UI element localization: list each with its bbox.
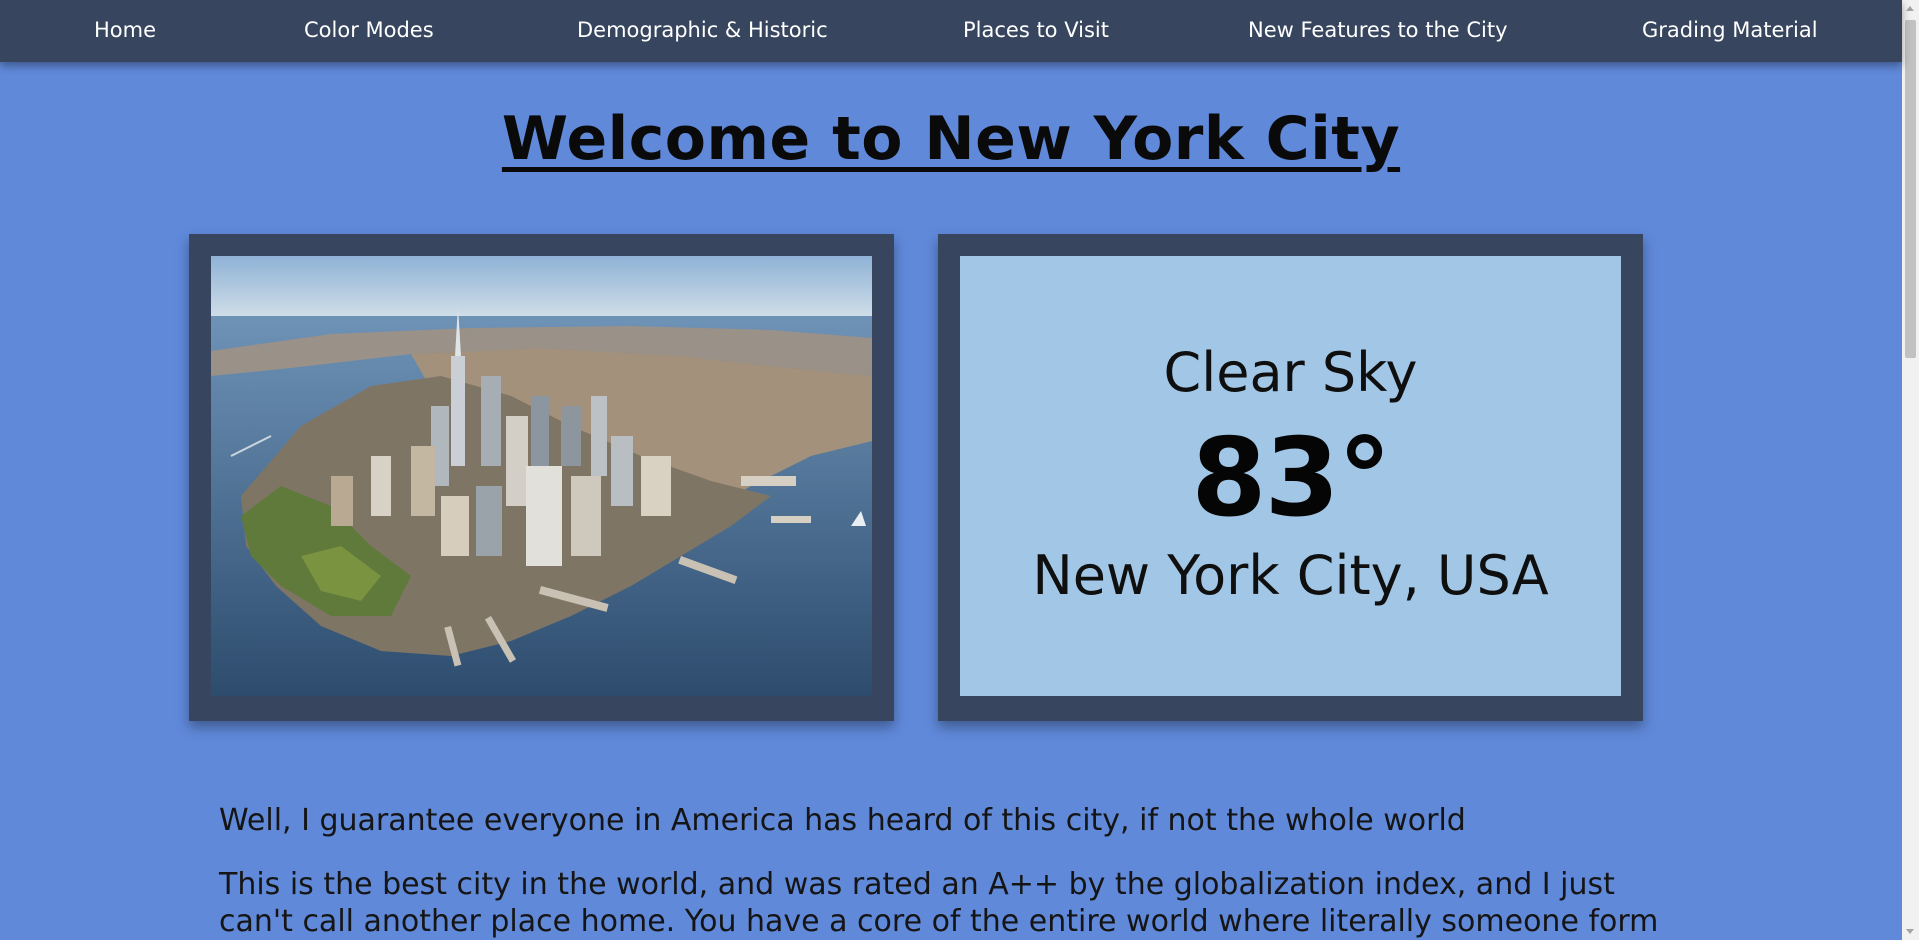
weather-condition: Clear Sky — [1163, 341, 1418, 404]
weather-card: Clear Sky 83° New York City, USA — [938, 234, 1643, 721]
weather-temperature: 83° — [1191, 416, 1391, 541]
page-title: Welcome to New York City — [501, 104, 1401, 174]
nav-color-modes-link[interactable]: Color Modes — [304, 18, 434, 42]
nav-grading-material-link[interactable]: Grading Material — [1642, 18, 1818, 42]
nav-places-to-visit-link[interactable]: Places to Visit — [963, 18, 1109, 42]
weather-panel: Clear Sky 83° New York City, USA — [960, 256, 1621, 696]
scroll-down-arrow-icon[interactable] — [1906, 929, 1914, 934]
scroll-thumb[interactable] — [1905, 20, 1916, 358]
nyc-skyline-image — [211, 256, 872, 696]
nav-home-link[interactable]: Home — [94, 18, 156, 42]
scroll-up-arrow-icon[interactable] — [1906, 6, 1914, 11]
nav-new-features-link[interactable]: New Features to the City — [1248, 18, 1508, 42]
vertical-scrollbar[interactable] — [1902, 0, 1919, 940]
top-navbar: Home Color Modes Demographic & Historic … — [0, 0, 1902, 62]
weather-location: New York City, USA — [1032, 544, 1549, 607]
city-photo-card — [189, 234, 894, 721]
intro-paragraph: Well, I guarantee everyone in America ha… — [219, 803, 1466, 838]
nav-demographic-historic-link[interactable]: Demographic & Historic — [577, 18, 828, 42]
description-paragraph: This is the best city in the world, and … — [219, 867, 1659, 939]
